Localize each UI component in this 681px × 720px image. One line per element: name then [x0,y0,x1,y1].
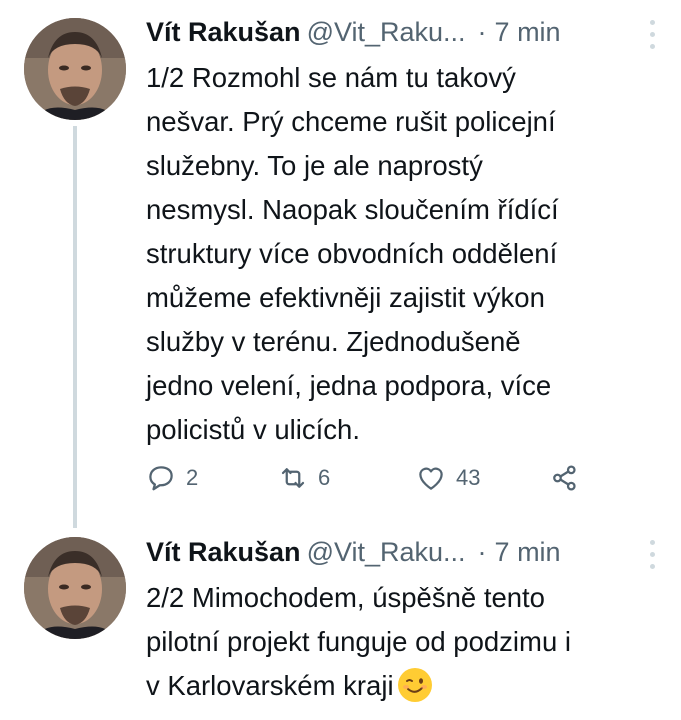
avatar-photo [24,18,126,120]
author-handle[interactable]: @Vit_Raku... [307,17,466,48]
tweet-text-line: nešvar. Prý chceme rušit policejní [146,106,556,137]
winking-face-emoji [397,668,432,702]
retweet-button[interactable]: 6 [278,458,330,498]
more-icon[interactable] [646,536,658,572]
author-name[interactable]: Vít Rakušan [146,17,301,48]
tweet-text-line: 2/2 Mimochodem, úspěšně tento [146,582,545,613]
reply-icon [149,466,173,491]
header-separator: · [477,16,487,47]
tweet-text-line: můžeme efektivněji zajistit výkon [146,282,545,313]
more-icon[interactable] [646,16,658,52]
retweet-count: 6 [318,465,331,490]
avatar[interactable] [24,18,126,120]
tweet[interactable]: Vít Rakušan @Vit_Raku... · 7 min 1/2 Roz… [0,0,681,528]
tweet-text-line: služebny. To je ale naprostý [146,150,483,181]
author-name[interactable]: Vít Rakušan [146,537,301,568]
tweet-text-segment: v Karlovarském kraji [146,670,394,701]
share-icon [553,465,576,491]
tweet-text-line: policistů v ulicích. [146,414,360,445]
tweet-text: 2/2 Mimochodem, úspěšně tento pilotní pr… [146,576,666,708]
like-count: 43 [456,465,481,490]
tweet-text-line: pilotní projekt funguje od podzimu i [146,626,571,657]
avatar[interactable] [24,537,126,639]
tweet-text-line: služby v terénu. Zjednodušeně [146,326,521,357]
share-button[interactable] [550,458,580,498]
tweet-text-line: nesmysl. Naopak sloučením řídící [146,194,559,225]
reply-button[interactable]: 2 [146,458,198,498]
reply-count: 2 [186,465,199,490]
tweet-text-line: jedno velení, jedna podpora, více [146,370,552,401]
tweet-time[interactable]: 7 min [495,17,561,48]
tweet-text-line: 1/2 Rozmohl se nám tu takový [146,62,516,93]
like-icon [419,467,443,490]
tweet-header: Vít Rakušan @Vit_Raku... · 7 min [146,532,571,572]
author-handle[interactable]: @Vit_Raku... [307,537,466,568]
tweet-text: 1/2 Rozmohl se nám tu takový nešvar. Prý… [146,56,666,452]
like-button[interactable]: 43 [416,458,480,498]
tweet-time[interactable]: 7 min [495,537,561,568]
retweet-icon [281,468,305,488]
tweet-text-line: struktury více obvodních oddělení [146,238,558,269]
header-separator: · [477,536,487,567]
tweet-text-line: v Karlovarském kraji [146,664,666,708]
avatar-photo [24,537,126,639]
thread-line [73,126,77,528]
tweet-header: Vít Rakušan @Vit_Raku... · 7 min [146,12,571,52]
tweet[interactable]: Vít Rakušan @Vit_Raku... · 7 min 2/2 Mim… [0,520,681,720]
